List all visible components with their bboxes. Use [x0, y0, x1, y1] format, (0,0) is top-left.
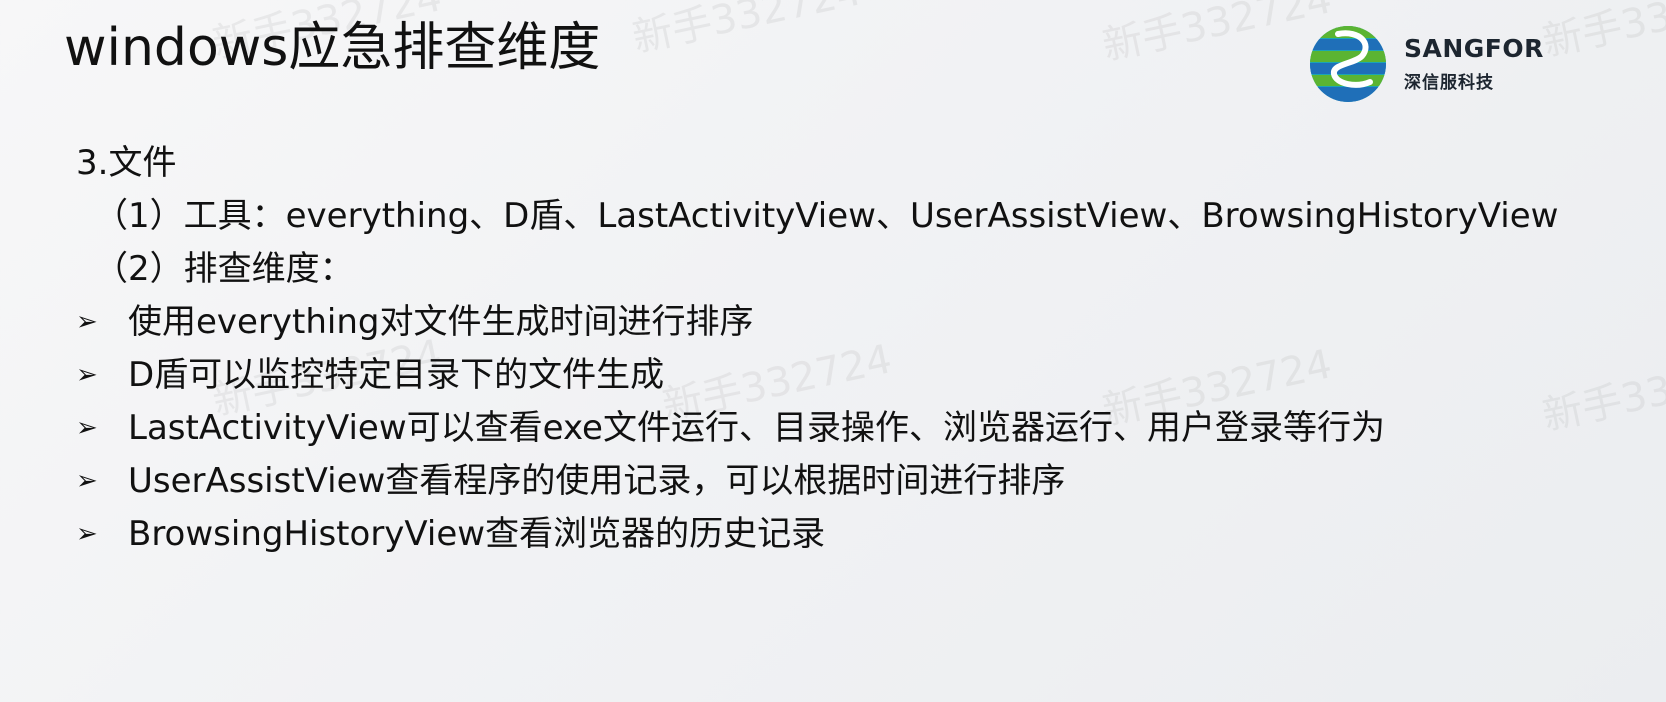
section-heading: 3.文件	[76, 143, 177, 183]
slide-title: windows应急排查维度	[64, 18, 601, 78]
list-item-text: UserAssistView查看程序的使用记录，可以根据时间进行排序	[128, 461, 1066, 501]
watermark: 新手332724	[628, 0, 866, 62]
arrow-bullet-icon: ➢	[76, 307, 98, 337]
sangfor-logo-icon	[1310, 26, 1386, 102]
arrow-bullet-icon: ➢	[76, 519, 98, 549]
list-item-text: LastActivityView可以查看exe文件运行、目录操作、浏览器运行、用…	[128, 408, 1385, 448]
list-item-text: D盾可以监控特定目录下的文件生成	[128, 355, 665, 395]
watermark: 新手332724	[1098, 0, 1336, 70]
list-item: ➢ BrowsingHistoryView查看浏览器的历史记录	[76, 508, 1656, 561]
arrow-bullet-icon: ➢	[76, 360, 98, 390]
logo-name: SANGFOR	[1404, 34, 1544, 63]
arrow-bullet-icon: ➢	[76, 413, 98, 443]
logo-subtitle: 深信服科技	[1404, 73, 1494, 93]
list-item: ➢ LastActivityView可以查看exe文件运行、目录操作、浏览器运行…	[76, 402, 1656, 455]
list-item: ➢ UserAssistView查看程序的使用记录，可以根据时间进行排序	[76, 455, 1656, 508]
dimensions-item: （2）排查维度：	[94, 249, 354, 289]
list-item: ➢ 使用everything对文件生成时间进行排序	[76, 296, 1656, 349]
list-item-text: 使用everything对文件生成时间进行排序	[128, 302, 754, 342]
company-logo: SANGFOR 深信服科技	[1308, 24, 1558, 108]
list-item: ➢ D盾可以监控特定目录下的文件生成	[76, 349, 1656, 402]
tools-item: （1）工具：everything、D盾、LastActivityView、Use…	[94, 196, 1559, 236]
list-item-text: BrowsingHistoryView查看浏览器的历史记录	[128, 514, 826, 554]
slide-content: 3.文件 （1）工具：everything、D盾、LastActivityVie…	[76, 137, 1656, 561]
arrow-bullet-icon: ➢	[76, 466, 98, 496]
